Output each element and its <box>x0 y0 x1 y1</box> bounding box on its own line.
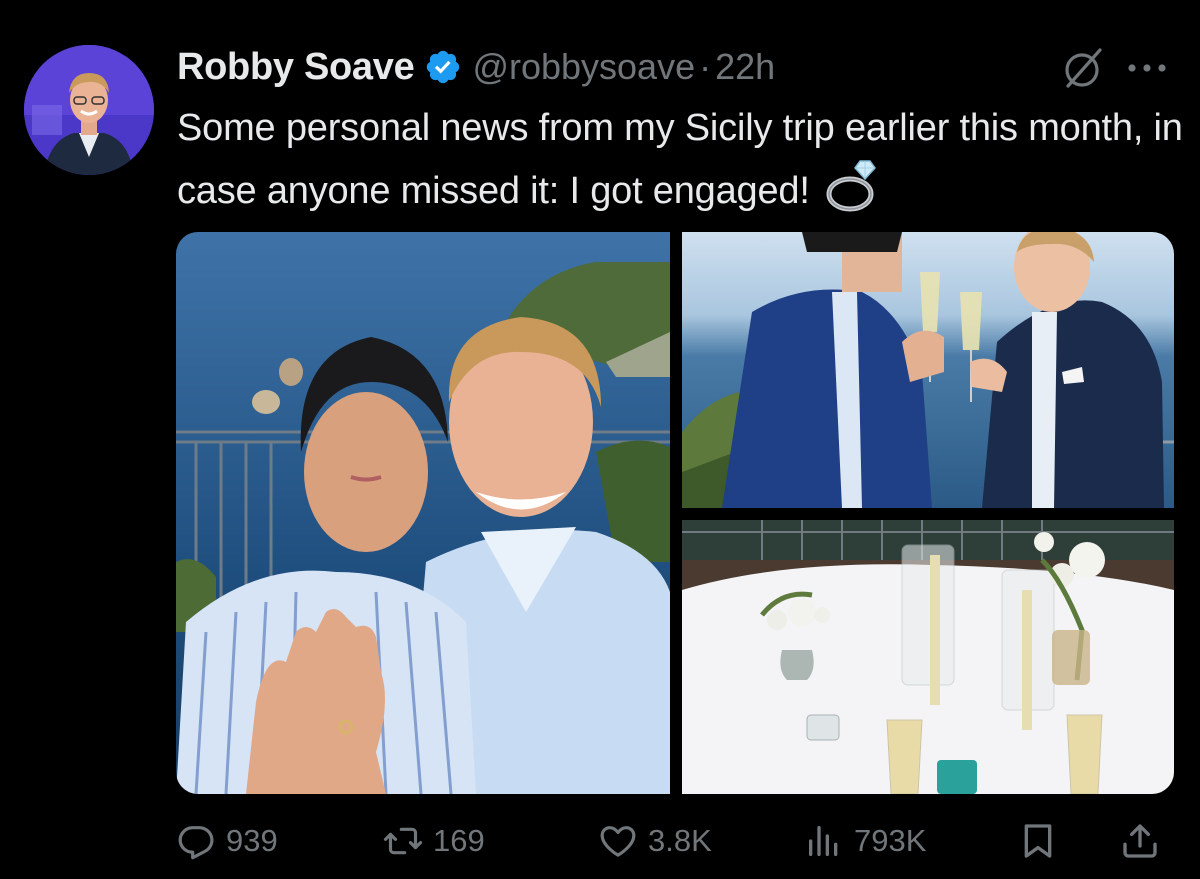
reply-icon <box>178 826 214 860</box>
author-avatar[interactable] <box>24 45 154 175</box>
share-button[interactable] <box>1120 814 1160 868</box>
author-name[interactable]: Robby Soave <box>177 46 415 89</box>
photo-table[interactable] <box>682 520 1174 794</box>
tweet-header: Robby Soave @robbysoave · 22h <box>177 42 1177 92</box>
views-button[interactable]: 793K <box>804 814 926 868</box>
share-icon <box>1123 824 1157 858</box>
photo-selfie[interactable] <box>176 232 670 794</box>
views-icon <box>809 826 838 856</box>
action-bar: 939 169 3.8K 793K <box>176 814 1174 868</box>
author-handle[interactable]: @robbysoave <box>472 46 695 88</box>
ring-emoji-icon <box>826 160 877 212</box>
repost-button[interactable]: 169 <box>383 814 485 868</box>
photo-toast-image <box>682 232 1174 508</box>
like-count: 3.8K <box>648 823 712 858</box>
grok-icon[interactable] <box>1062 46 1106 90</box>
tweet-text-content: Some personal news from my Sicily trip e… <box>177 107 1183 212</box>
more-options-icon[interactable] <box>1120 48 1174 88</box>
tweet-timestamp[interactable]: 22h <box>715 46 775 88</box>
views-count: 793K <box>854 823 927 858</box>
verified-badge-icon[interactable] <box>424 48 462 86</box>
separator-dot: · <box>699 46 712 87</box>
like-button[interactable]: 3.8K <box>598 814 712 868</box>
reply-button[interactable]: 939 <box>176 814 278 868</box>
photo-toast[interactable] <box>682 232 1174 508</box>
reply-count: 939 <box>226 823 278 858</box>
avatar-image <box>24 45 154 175</box>
tweet-text: Some personal news from my Sicily trip e… <box>177 100 1187 220</box>
photo-table-image <box>682 520 1174 794</box>
bookmark-icon <box>1024 824 1052 858</box>
photo-selfie-image <box>176 232 670 794</box>
bookmark-button[interactable] <box>1018 814 1058 868</box>
repost-icon <box>383 827 423 855</box>
repost-count: 169 <box>433 823 485 858</box>
heart-icon <box>600 826 636 857</box>
media-grid[interactable] <box>176 232 1174 794</box>
